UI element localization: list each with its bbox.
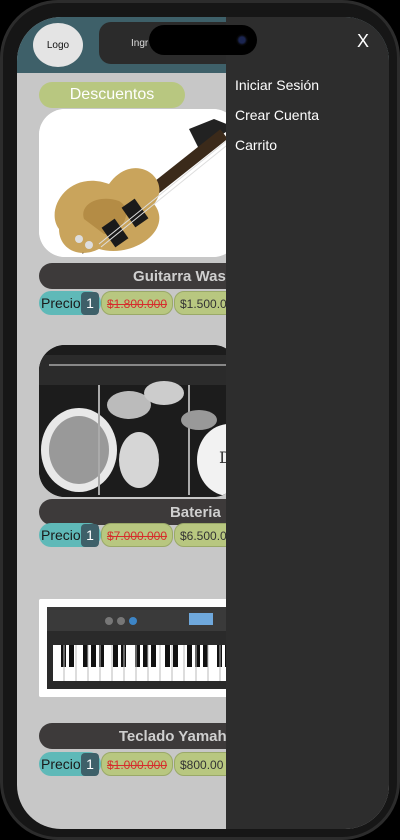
quantity-badge[interactable]: 1	[81, 524, 99, 547]
product-name[interactable]: Bateria P	[39, 499, 239, 525]
phone-frame: Logo Ingr Descuentos Guitarra Wash Preci	[0, 0, 400, 840]
product-image-drums[interactable]: D	[39, 345, 239, 497]
old-price: $7.000.000	[101, 523, 173, 547]
price-row: Precio 1 $7.000.000 $6.500.0	[39, 523, 244, 549]
section-title: Descuentos	[39, 82, 185, 108]
menu-item-create-account[interactable]: Crear Cuenta	[235, 107, 319, 123]
product-image-guitar[interactable]	[39, 109, 239, 257]
camera-icon	[236, 34, 248, 46]
product-image-keyboard[interactable]	[39, 599, 239, 697]
price-row: Precio 1 $1.800.000 $1.500.0	[39, 291, 244, 317]
product-name[interactable]: Guitarra Wash	[39, 263, 239, 289]
old-price: $1.000.000	[101, 752, 173, 776]
logo[interactable]: Logo	[33, 23, 83, 67]
product-name[interactable]: Teclado Yamaha	[39, 723, 239, 749]
screen: Logo Ingr Descuentos Guitarra Wash Preci	[17, 17, 389, 829]
old-price: $1.800.000	[101, 291, 173, 315]
menu-item-login[interactable]: Iniciar Sesión	[235, 77, 319, 93]
side-menu: X Iniciar Sesión Crear Cuenta Carrito	[226, 17, 389, 829]
quantity-badge[interactable]: 1	[81, 292, 99, 315]
menu-item-cart[interactable]: Carrito	[235, 137, 277, 153]
close-icon[interactable]: X	[357, 31, 369, 52]
price-row: Precio 1 $1.000.000 $800.00	[39, 752, 244, 778]
quantity-badge[interactable]: 1	[81, 753, 99, 776]
